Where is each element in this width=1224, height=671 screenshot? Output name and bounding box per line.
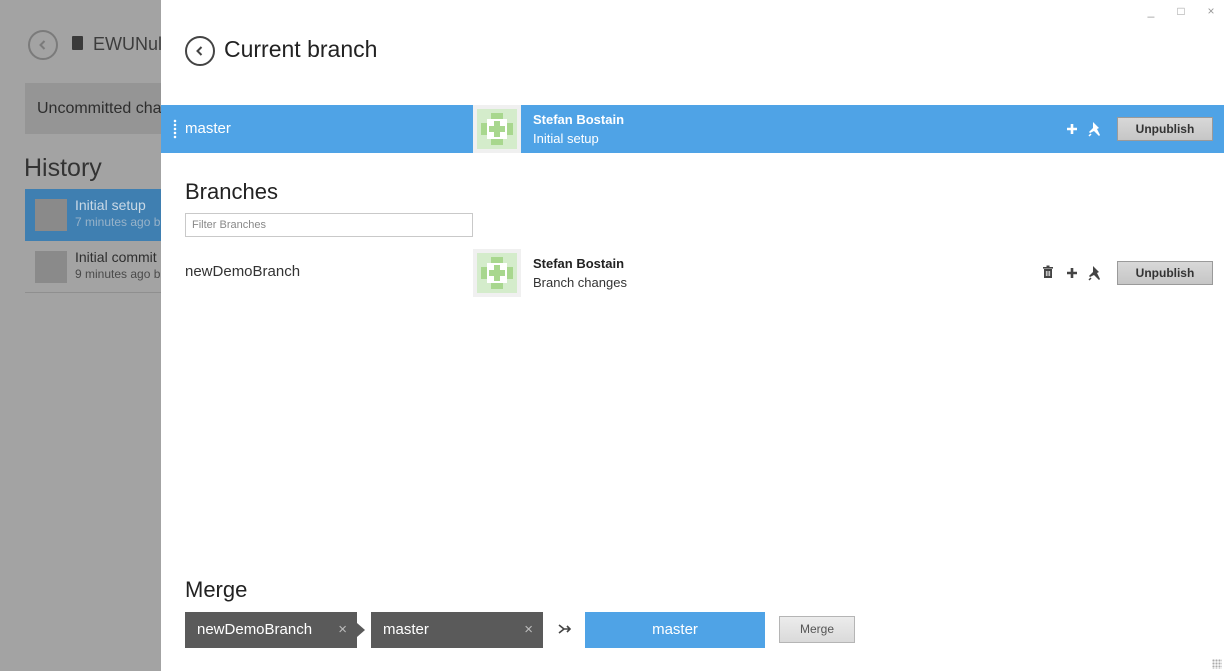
filter-branches-input[interactable] <box>185 213 473 237</box>
merge-button[interactable]: Merge <box>779 616 855 643</box>
background-app: EWUNul Uncommitted cha History Initial s… <box>0 0 161 671</box>
chevron-left-icon <box>196 46 203 56</box>
avatar-placeholder-icon <box>477 109 517 149</box>
background-back-button <box>28 30 58 60</box>
drag-handle-icon[interactable] <box>173 119 177 139</box>
uncommitted-changes-tab: Uncommitted cha <box>25 83 161 134</box>
merge-title: Merge <box>185 577 248 602</box>
resize-grip-icon[interactable] <box>1212 659 1222 669</box>
uncommitted-changes-label: Uncommitted cha <box>37 100 161 117</box>
remove-into-icon[interactable]: × <box>524 612 533 648</box>
branch-name: newDemoBranch <box>185 263 301 280</box>
back-button[interactable] <box>185 36 215 66</box>
commit-message: Branch changes <box>533 275 627 290</box>
minimize-button[interactable]: _ <box>1143 4 1159 20</box>
avatar <box>473 249 521 297</box>
maximize-button[interactable]: □ <box>1173 4 1189 20</box>
repository-name: EWUNul <box>93 34 161 54</box>
avatar-placeholder-icon <box>477 253 517 293</box>
avatar <box>35 251 67 283</box>
history-item-title: Initial setup <box>75 197 146 213</box>
history-divider <box>25 292 161 293</box>
commit-message: Initial setup <box>533 131 599 146</box>
avatar <box>35 199 67 231</box>
commit-author: Stefan Bostain <box>533 112 625 127</box>
repository-icon <box>72 36 83 50</box>
merge-source-chip[interactable]: newDemoBranch × <box>185 612 365 648</box>
page-title: Current branch <box>224 36 378 62</box>
merge-arrow-icon <box>557 621 573 637</box>
commit-author: Stefan Bostain <box>533 256 625 271</box>
current-branch-name: master <box>185 120 231 137</box>
branches-panel: _ □ × Current branch master Stefan Bosta… <box>161 0 1224 671</box>
current-branch-row: master Stefan Bostain Initial setup Unpu… <box>161 105 1224 153</box>
unpublish-button[interactable]: Unpublish <box>1117 261 1213 285</box>
history-title: History <box>24 154 102 182</box>
close-button[interactable]: × <box>1203 4 1219 20</box>
merge-into-label: master <box>383 621 429 638</box>
chevron-left-icon <box>39 40 46 50</box>
avatar <box>473 105 521 153</box>
add-icon[interactable] <box>1064 121 1080 137</box>
merge-into-chip[interactable]: master × <box>371 612 543 648</box>
merge-target: master <box>585 612 765 648</box>
history-item: Initial commit 9 minutes ago b <box>25 241 161 293</box>
add-icon[interactable] <box>1064 265 1080 281</box>
history-item-meta: 9 minutes ago b <box>75 267 161 281</box>
history-item-meta: 7 minutes ago b <box>75 215 161 229</box>
branches-title: Branches <box>185 179 278 204</box>
history-item: Initial setup 7 minutes ago b <box>25 189 161 241</box>
trash-icon[interactable] <box>1040 264 1056 280</box>
remove-source-icon[interactable]: × <box>338 612 347 648</box>
history-item-title: Initial commit <box>75 249 157 265</box>
pin-icon[interactable] <box>1087 264 1103 281</box>
merge-source-label: newDemoBranch <box>197 621 313 638</box>
branch-row[interactable]: newDemoBranch Stefan Bostain Branch chan… <box>161 249 1224 297</box>
pin-icon[interactable] <box>1087 120 1103 137</box>
unpublish-button[interactable]: Unpublish <box>1117 117 1213 141</box>
